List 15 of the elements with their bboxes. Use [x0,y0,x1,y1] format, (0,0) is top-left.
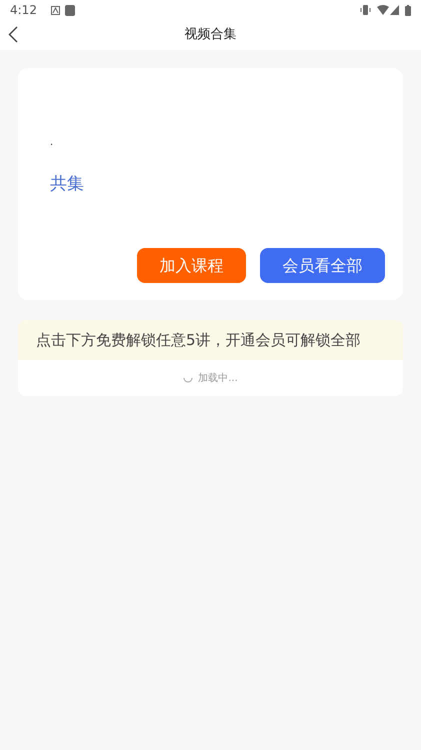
signal-icon [390,5,399,15]
vip-button[interactable]: 会员看全部 [260,248,385,283]
join-button[interactable]: 加入课程 [137,248,246,283]
page-title: 视频合集 [184,26,236,44]
notice-text: 点击下方免费解锁任意5讲，开通会员可解锁全部 [36,330,361,351]
course-title: . [50,138,54,148]
loading-text: 加载中... [198,372,238,386]
status-time: 4:12 [10,2,37,19]
back-icon[interactable] [8,26,18,43]
wifi-icon [377,5,389,15]
vibrate-icon [360,5,371,15]
notification-icon [50,6,60,14]
episode-count: 共集 [50,173,84,196]
app-icon [64,4,75,16]
battery-icon [405,4,411,16]
